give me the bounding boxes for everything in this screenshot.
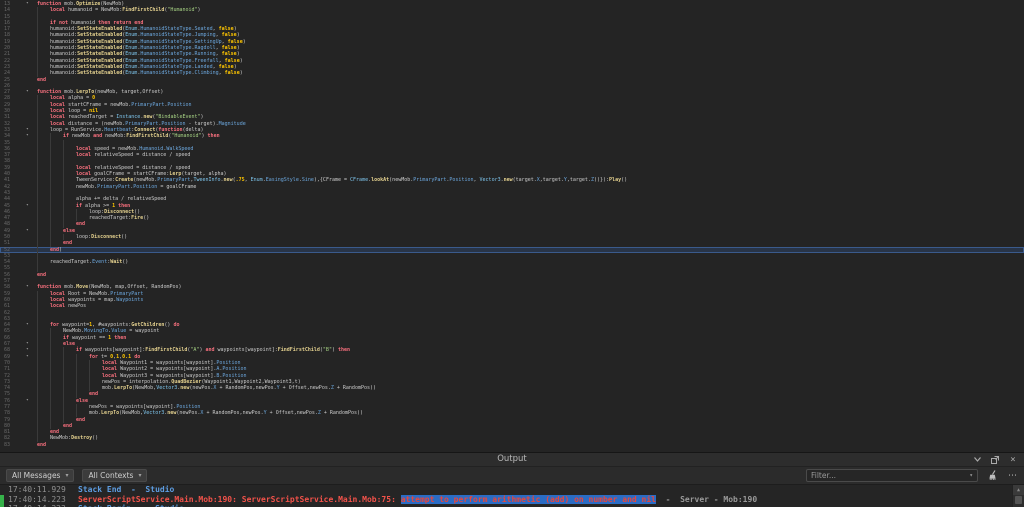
output-panel-title: Output (497, 454, 527, 464)
scroll-up-icon[interactable]: ▲ (1013, 485, 1024, 495)
close-icon[interactable]: × (1008, 455, 1018, 465)
messages-filter-label: All Messages (12, 471, 61, 480)
log-timestamp: 17:40:14.223 (8, 494, 66, 504)
chevron-down-icon[interactable] (972, 455, 982, 465)
log-timestamp: 17:40:11.929 (8, 485, 66, 494)
output-toolbar: All Messages ▾ All Contexts ▾ ▾ (0, 467, 1024, 485)
log-message-segment: ServerScriptService.Main.Mob:190: Server… (78, 494, 401, 504)
log-row[interactable]: 17:40:11.929 Stack End - Studio (0, 485, 1024, 495)
chevron-down-icon: ▾ (138, 472, 142, 479)
log-message-segment: attempt to perform arithmetic (add) on n… (400, 494, 656, 504)
line-number[interactable]: 83 (0, 442, 22, 448)
chevron-down-icon: ▾ (65, 472, 69, 479)
popout-window-icon[interactable] (990, 455, 1000, 465)
log-row[interactable]: 17:40:14.223 ServerScriptService.Main.Mob… (0, 494, 1024, 505)
output-scrollbar[interactable]: ▲ (1012, 485, 1024, 507)
code-editor[interactable]: 13 ▾ function mob.Optimize(NewMob) 14 local … (0, 0, 1024, 452)
output-titlebar: Output × (0, 453, 1024, 467)
clear-output-icon[interactable] (986, 469, 1000, 483)
filter-box[interactable]: ▾ (806, 469, 978, 482)
contexts-filter-dropdown[interactable]: All Contexts ▾ (82, 469, 148, 482)
chevron-down-icon[interactable]: ▾ (969, 472, 973, 479)
more-options-icon[interactable]: ⋯ (1008, 471, 1018, 481)
log-message-segment: Stack End - Studio (78, 485, 175, 494)
log-rows: 17:40:11.929 Stack End - Studio 17:40:14.2… (0, 485, 1024, 507)
contexts-filter-label: All Contexts (88, 471, 134, 480)
code-text: end (37, 441, 47, 448)
filter-input[interactable] (811, 471, 966, 480)
log-message-segment: - Server - Mob:190 (655, 494, 758, 504)
scrollbar-thumb[interactable] (1015, 496, 1022, 504)
fold-gutter (22, 442, 37, 448)
messages-filter-dropdown[interactable]: All Messages ▾ (6, 469, 75, 482)
output-log: 17:40:11.929 Stack End - Studio 17:40:14.2… (0, 485, 1024, 507)
code-lines: 13 ▾ function mob.Optimize(NewMob) 14 local … (0, 1, 1024, 448)
code-line[interactable]: 83 end (0, 442, 1024, 448)
output-panel: Output × All Messages ▾ All Contexts ▾ F… (0, 452, 1024, 507)
roblox-studio-script-view: 13 ▾ function mob.Optimize(NewMob) 14 local … (0, 0, 1024, 507)
